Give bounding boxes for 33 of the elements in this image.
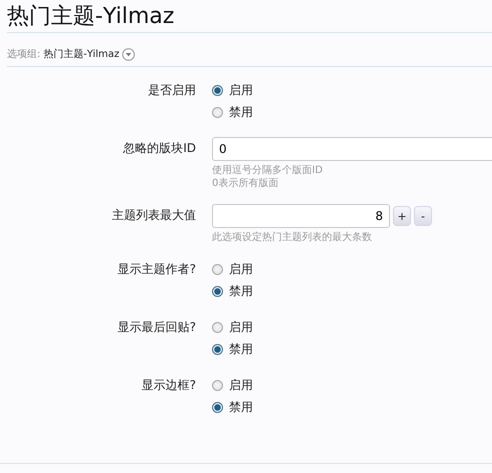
page-title: 热门主题-Yilmaz bbox=[6, 3, 176, 31]
stepper-button[interactable]: + bbox=[393, 206, 411, 226]
radio-button[interactable] bbox=[212, 264, 223, 274]
hint-text: 使用逗号分隔多个版面ID bbox=[212, 164, 324, 177]
radio-label: 启用 bbox=[229, 318, 253, 336]
option-group-label: 选项组: bbox=[7, 48, 40, 61]
radio-label: 禁用 bbox=[229, 282, 253, 300]
radio-label: 启用 bbox=[229, 82, 253, 98]
field-label: 是否启用 bbox=[147, 82, 197, 99]
radio-label: 启用 bbox=[229, 260, 253, 278]
input-field[interactable]: 0 bbox=[212, 137, 492, 161]
field-label: 显示边框? bbox=[140, 377, 197, 394]
radio-label: 禁用 bbox=[229, 104, 253, 120]
field-label: 显示主题作者? bbox=[116, 261, 197, 278]
radio-button[interactable] bbox=[212, 402, 223, 412]
dropdown-icon[interactable] bbox=[122, 48, 136, 60]
option-group-value: 热门主题-Yilmaz bbox=[43, 48, 120, 61]
radio-button[interactable] bbox=[212, 84, 223, 96]
number-field[interactable]: 8 bbox=[212, 204, 390, 228]
radio-button[interactable] bbox=[212, 380, 223, 390]
hint-text: 0表示所有版面 bbox=[212, 177, 280, 190]
field-label: 忽略的版块ID bbox=[122, 140, 197, 157]
field-label: 显示最后回贴? bbox=[116, 319, 197, 336]
radio-button[interactable] bbox=[212, 106, 223, 118]
radio-label: 禁用 bbox=[229, 340, 253, 358]
radio-label: 禁用 bbox=[229, 398, 253, 416]
radio-button[interactable] bbox=[212, 344, 223, 354]
radio-button[interactable] bbox=[212, 322, 223, 332]
radio-button[interactable] bbox=[212, 286, 223, 296]
stepper-button[interactable]: - bbox=[414, 206, 432, 226]
field-label: 主题列表最大值 bbox=[111, 207, 197, 224]
hint-text: 此选项设定热门主题列表的最大条数 bbox=[212, 231, 373, 244]
radio-label: 启用 bbox=[229, 376, 253, 394]
